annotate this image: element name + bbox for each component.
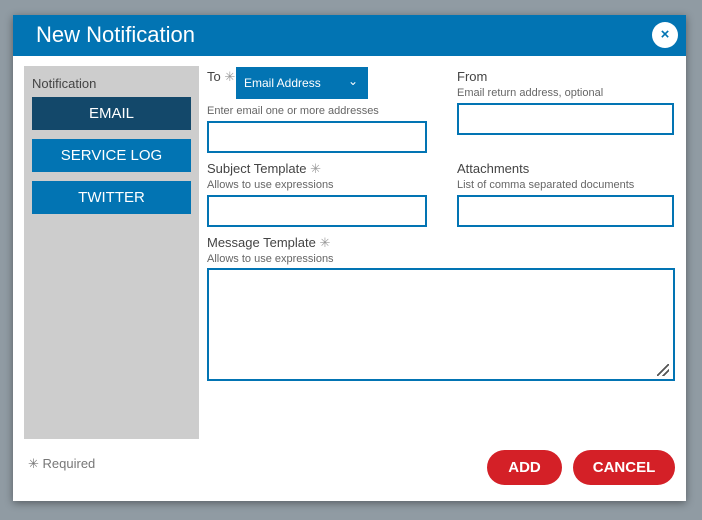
from-input[interactable] bbox=[457, 103, 674, 135]
to-type-dropdown[interactable]: Email Address ⌄ bbox=[236, 67, 368, 99]
add-button[interactable]: ADD bbox=[487, 450, 562, 485]
subject-hint: Allows to use expressions bbox=[207, 179, 334, 191]
dropdown-value: Email Address bbox=[244, 76, 321, 90]
sidebar-item-email[interactable]: EMAIL bbox=[32, 97, 191, 130]
required-icon: ✳ bbox=[224, 69, 236, 84]
subject-input[interactable] bbox=[207, 195, 427, 227]
notification-type-sidebar: Notification EMAIL SERVICE LOG TWITTER bbox=[24, 66, 199, 439]
to-input[interactable] bbox=[207, 121, 427, 153]
sidebar-item-service-log[interactable]: SERVICE LOG bbox=[32, 139, 191, 172]
to-label: To ✳ bbox=[207, 69, 236, 84]
sidebar-item-twitter[interactable]: TWITTER bbox=[32, 181, 191, 214]
to-hint: Enter email one or more addresses bbox=[207, 105, 379, 117]
required-note: ✳ Required bbox=[28, 456, 96, 471]
attachments-input[interactable] bbox=[457, 195, 674, 227]
sidebar-label: Notification bbox=[32, 76, 97, 91]
message-hint: Allows to use expressions bbox=[207, 253, 334, 265]
message-textarea[interactable] bbox=[207, 268, 675, 381]
new-notification-dialog: New Notification × Notification EMAIL SE… bbox=[13, 15, 686, 501]
resize-handle-icon[interactable] bbox=[657, 364, 669, 376]
attachments-hint: List of comma separated documents bbox=[457, 179, 635, 191]
cancel-button[interactable]: CANCEL bbox=[573, 450, 675, 485]
close-button[interactable]: × bbox=[652, 22, 678, 48]
dialog-title: New Notification bbox=[13, 15, 686, 56]
chevron-down-icon: ⌄ bbox=[347, 74, 358, 88]
subject-label: Subject Template ✳ bbox=[207, 161, 322, 176]
from-label: From bbox=[457, 69, 488, 84]
required-icon: ✳ bbox=[310, 161, 322, 176]
from-hint: Email return address, optional bbox=[457, 87, 604, 99]
attachments-label: Attachments bbox=[457, 161, 530, 176]
required-icon: ✳ bbox=[319, 235, 331, 250]
required-icon: ✳ bbox=[28, 456, 39, 471]
message-label: Message Template ✳ bbox=[207, 235, 331, 250]
